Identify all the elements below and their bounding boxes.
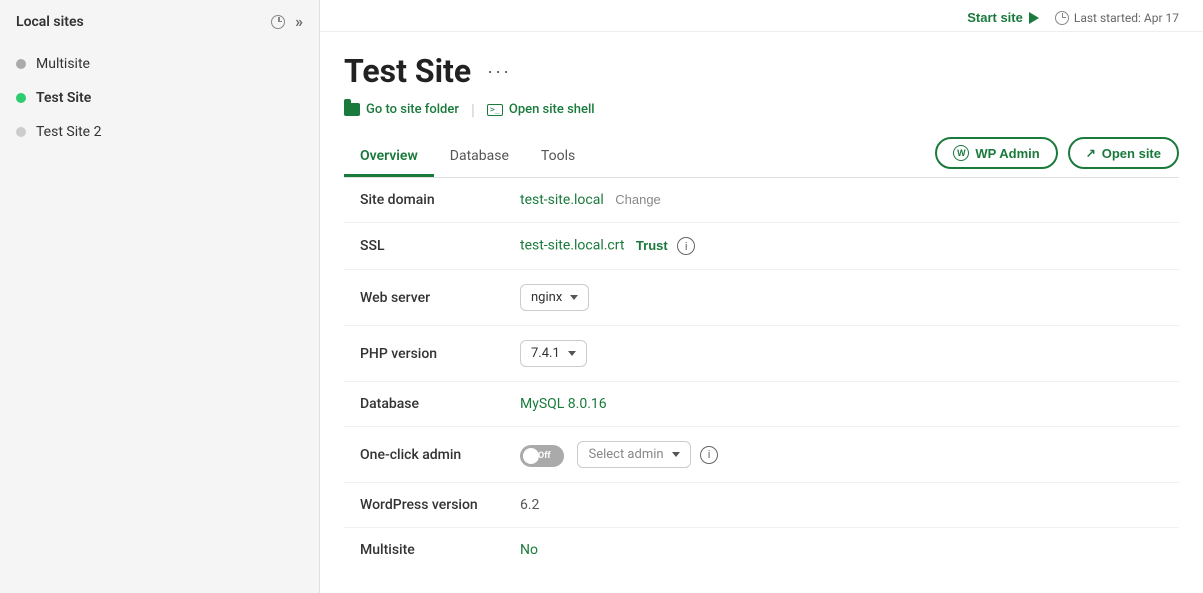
table-row: PHP version 7.4.1 xyxy=(344,326,1179,382)
php-version-dropdown[interactable]: 7.4.1 xyxy=(520,340,587,367)
more-options-button[interactable]: ··· xyxy=(483,59,515,84)
field-value-ssl: test-site.local.crt Trust i xyxy=(504,223,1179,270)
collapse-icon[interactable]: » xyxy=(295,12,303,31)
tabs-row: Overview Database Tools W WP Admin ↗ Ope… xyxy=(344,137,1179,178)
field-label-one-click-admin: One-click admin xyxy=(344,427,504,483)
field-label-multisite: Multisite xyxy=(344,528,504,573)
field-value-web-server: nginx xyxy=(504,270,1179,326)
site-status-dot xyxy=(16,93,26,103)
go-to-site-folder-link[interactable]: Go to site folder xyxy=(344,102,471,117)
database-value: MySQL 8.0.16 xyxy=(520,396,607,412)
folder-icon xyxy=(344,103,360,116)
chevron-down-icon xyxy=(570,295,578,300)
field-label-site-domain: Site domain xyxy=(344,178,504,223)
wp-admin-label: WP Admin xyxy=(975,146,1039,161)
one-click-admin-info-icon[interactable]: i xyxy=(700,446,718,464)
ssl-info-icon[interactable]: i xyxy=(677,237,695,255)
start-site-label: Start site xyxy=(967,10,1023,25)
table-row: WordPress version 6.2 xyxy=(344,483,1179,528)
web-server-dropdown[interactable]: nginx xyxy=(520,284,589,311)
table-row: Site domain test-site.local Change xyxy=(344,178,1179,223)
sidebar-item-label: Test Site xyxy=(36,90,91,106)
site-title-row: Test Site ··· xyxy=(344,52,1179,90)
tab-database[interactable]: Database xyxy=(434,138,525,177)
tab-overview[interactable]: Overview xyxy=(344,138,434,177)
trust-button[interactable]: Trust xyxy=(636,238,668,253)
field-value-multisite: No xyxy=(504,528,1179,573)
wp-icon: W xyxy=(953,145,969,161)
field-label-wordpress-version: WordPress version xyxy=(344,483,504,528)
chevron-down-icon xyxy=(568,351,576,356)
select-admin-dropdown[interactable]: Select admin xyxy=(577,441,690,468)
multisite-value: No xyxy=(520,542,538,558)
field-value-database: MySQL 8.0.16 xyxy=(504,382,1179,427)
sidebar-item-test-site-2[interactable]: Test Site 2 xyxy=(0,115,319,149)
php-version-value: 7.4.1 xyxy=(531,346,560,361)
table-row: One-click admin Off Select admin i xyxy=(344,427,1179,483)
terminal-icon: >_ xyxy=(487,104,503,116)
table-row: SSL test-site.local.crt Trust i xyxy=(344,223,1179,270)
chevron-down-icon xyxy=(672,452,680,457)
field-label-web-server: Web server xyxy=(344,270,504,326)
field-value-php-version: 7.4.1 xyxy=(504,326,1179,382)
site-title: Test Site xyxy=(344,52,471,90)
web-server-value: nginx xyxy=(531,290,562,305)
last-started: Last started: Apr 17 xyxy=(1055,11,1179,25)
open-site-shell-link[interactable]: >_ Open site shell xyxy=(487,102,607,117)
ssl-cert-value: test-site.local.crt xyxy=(520,238,624,254)
sidebar-title: Local sites xyxy=(16,14,84,30)
site-status-dot xyxy=(16,127,26,137)
toggle-label: Off xyxy=(538,451,551,461)
one-click-admin-toggle[interactable]: Off xyxy=(520,445,564,467)
field-value-site-domain: test-site.local Change xyxy=(504,178,1179,223)
field-value-wordpress-version: 6.2 xyxy=(504,483,1179,528)
field-value-one-click-admin: Off Select admin i xyxy=(504,427,1179,483)
sidebar-list: Multisite Test Site Test Site 2 xyxy=(0,43,319,153)
tabs: Overview Database Tools xyxy=(344,138,591,176)
sidebar-header: Local sites » xyxy=(0,0,319,43)
open-site-label: Open site xyxy=(1102,146,1161,161)
quick-link-divider: | xyxy=(471,100,487,119)
sidebar-item-label: Test Site 2 xyxy=(36,124,101,140)
history-icon[interactable] xyxy=(271,15,285,29)
sidebar-header-icons: » xyxy=(271,12,303,31)
clock-icon xyxy=(1055,11,1069,25)
toggle-knob xyxy=(523,448,539,464)
open-site-button[interactable]: ↗ Open site xyxy=(1068,137,1179,169)
select-admin-value: Select admin xyxy=(588,447,663,462)
sidebar-item-multisite[interactable]: Multisite xyxy=(0,47,319,81)
table-row: Web server nginx xyxy=(344,270,1179,326)
sidebar: Local sites » Multisite Test Site Test S… xyxy=(0,0,320,593)
tab-tools[interactable]: Tools xyxy=(525,138,591,177)
quick-links: Go to site folder | >_ Open site shell xyxy=(344,100,1179,119)
table-row: Database MySQL 8.0.16 xyxy=(344,382,1179,427)
site-content: Test Site ··· Go to site folder | >_ Ope… xyxy=(320,32,1203,593)
start-site-button[interactable]: Start site xyxy=(967,10,1039,25)
main-content: Start site Last started: Apr 17 Test Sit… xyxy=(320,0,1203,593)
change-domain-button[interactable]: Change xyxy=(615,192,661,207)
wp-admin-button[interactable]: W WP Admin xyxy=(935,137,1057,169)
overview-table: Site domain test-site.local Change SSL t… xyxy=(344,178,1179,572)
site-domain-value: test-site.local xyxy=(520,192,604,208)
field-label-php-version: PHP version xyxy=(344,326,504,382)
external-link-icon: ↗ xyxy=(1086,146,1096,160)
go-to-site-folder-label: Go to site folder xyxy=(366,102,459,117)
sidebar-item-test-site[interactable]: Test Site xyxy=(0,81,319,115)
site-status-dot xyxy=(16,59,26,69)
sidebar-item-label: Multisite xyxy=(36,56,90,72)
tab-actions: W WP Admin ↗ Open site xyxy=(935,137,1179,177)
field-label-ssl: SSL xyxy=(344,223,504,270)
topbar: Start site Last started: Apr 17 xyxy=(320,0,1203,32)
start-site-arrow-icon xyxy=(1029,12,1039,24)
field-label-database: Database xyxy=(344,382,504,427)
last-started-text: Last started: Apr 17 xyxy=(1074,11,1179,25)
open-site-shell-label: Open site shell xyxy=(509,102,595,117)
table-row: Multisite No xyxy=(344,528,1179,573)
